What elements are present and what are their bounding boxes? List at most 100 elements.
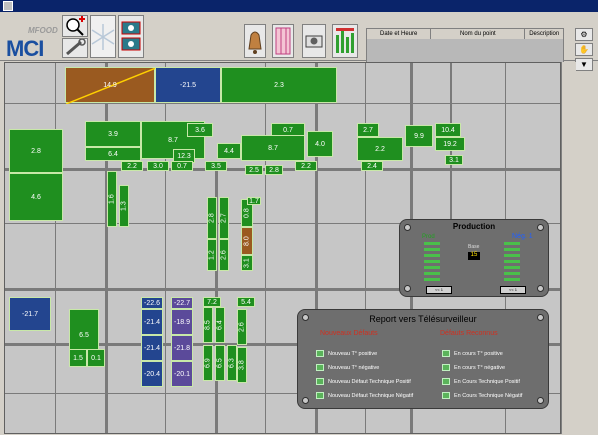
zone-50[interactable]: -20.1: [171, 361, 193, 387]
zone-29[interactable]: 1.6: [107, 171, 117, 227]
zone-22[interactable]: 10.4: [435, 123, 461, 137]
zone-38[interactable]: 3.1: [241, 255, 253, 271]
zone-59[interactable]: 3.8: [237, 347, 247, 383]
zone-37[interactable]: 8.0: [241, 227, 253, 255]
camera-icon: [305, 35, 323, 48]
zone-11[interactable]: 3.0: [147, 161, 169, 171]
col-date[interactable]: Date et Heure: [367, 29, 432, 39]
hand-icon: ✋: [579, 45, 589, 54]
zoom-in-button[interactable]: [62, 15, 88, 37]
right-scrollbar[interactable]: [561, 62, 576, 434]
zone-33[interactable]: 1.2: [207, 239, 217, 271]
zone-56[interactable]: 6.3: [227, 345, 237, 381]
zone-42[interactable]: 0.1: [87, 349, 105, 367]
settings-icon: ⚙: [580, 30, 588, 39]
zone-46[interactable]: -20.4: [141, 361, 163, 387]
compressor-icon: [121, 21, 141, 51]
zone-52[interactable]: 8.5: [203, 307, 213, 343]
app-icon[interactable]: [3, 1, 13, 11]
ack-item-2[interactable]: En cours T° négative: [442, 364, 505, 371]
production-right-label: Nég. 1: [512, 233, 533, 240]
camera-button[interactable]: [302, 24, 326, 58]
zone-4[interactable]: 3.9: [85, 121, 141, 147]
zone-24[interactable]: 2.2: [357, 137, 403, 161]
zone-31[interactable]: 2.8: [207, 197, 217, 239]
ack-item-4[interactable]: En Cours Technique Négatif: [442, 392, 522, 399]
ack-item-3[interactable]: En Cours Technique Positif: [442, 378, 520, 385]
history-button[interactable]: [332, 24, 358, 58]
zone-55[interactable]: 6.5: [215, 345, 225, 381]
wrench-icon: [66, 39, 86, 56]
zone-36[interactable]: 1.7: [247, 197, 261, 205]
alarm-bell-button[interactable]: [244, 24, 266, 58]
production-left-button[interactable]: << 1: [426, 286, 452, 294]
zone-43[interactable]: -22.6: [141, 297, 163, 309]
toolbar: MFOOD MCI Date et Heure Nom du point Des…: [0, 12, 598, 71]
new-item-3[interactable]: Nouveau Défaut Technique Positif: [316, 378, 411, 385]
zone-1[interactable]: 14.9: [65, 67, 156, 104]
zone-41[interactable]: 1.5: [69, 349, 87, 367]
brand-big: MCI: [6, 36, 44, 61]
zone-53[interactable]: 6.4: [215, 307, 225, 343]
event-table-header: Date et Heure Nom du point Description: [367, 29, 563, 39]
door-icon: [275, 27, 291, 55]
exit-button[interactable]: ▼: [575, 58, 593, 71]
zone-12[interactable]: 0.7: [171, 161, 193, 171]
zone-9[interactable]: 4.4: [217, 143, 241, 159]
report-panel: Report vers Télésurveilleur Nouveaux Déf…: [297, 309, 549, 409]
brand-small: MFOOD: [28, 26, 58, 35]
door-button[interactable]: [272, 24, 294, 58]
acknowledge-button[interactable]: ✋: [575, 43, 593, 56]
tools-button[interactable]: [62, 38, 88, 58]
zone-19[interactable]: 2.2: [295, 161, 317, 171]
floor-plan[interactable]: 14.9 -21.5 2.3 3.9 6.4 8.7 3.6 12.3 4.4 …: [4, 62, 561, 434]
zone-5[interactable]: 6.4: [85, 147, 141, 161]
zone-10[interactable]: 2.2: [121, 161, 143, 171]
zone-32[interactable]: 2.7: [219, 197, 229, 239]
zone-49[interactable]: -21.8: [171, 335, 193, 361]
new-item-1[interactable]: Nouveau T° positive: [316, 350, 377, 357]
zone-23[interactable]: 19.2: [435, 137, 465, 151]
new-item-4[interactable]: Nouveau Défaut Technique Négatif: [316, 392, 413, 399]
zone-26[interactable]: 3.1: [445, 155, 463, 165]
zone-27[interactable]: 2.8: [9, 129, 63, 173]
col-description[interactable]: Description: [525, 29, 563, 39]
ack-defects-header: Défauts Reconnus: [440, 330, 498, 337]
zone-3[interactable]: 2.3: [221, 67, 337, 103]
snowflake-button[interactable]: [90, 15, 116, 58]
zone-18[interactable]: 2.8: [265, 165, 283, 175]
zone-30[interactable]: 1.3: [119, 185, 129, 227]
zone-13[interactable]: 3.5: [205, 161, 227, 171]
zone-21[interactable]: 9.9: [405, 125, 433, 147]
zone-48[interactable]: -18.9: [171, 309, 193, 335]
zone-7[interactable]: 3.6: [187, 123, 213, 137]
equipment-button[interactable]: [118, 15, 144, 58]
production-title: Production: [452, 222, 496, 231]
zone-28[interactable]: 4.6: [9, 173, 63, 221]
zone-45[interactable]: -21.4: [141, 335, 163, 361]
title-bar: [0, 0, 598, 12]
zone-25[interactable]: 2.4: [361, 161, 383, 171]
zone-58[interactable]: 2.6: [237, 309, 247, 345]
production-panel: Production Prod Nég. 1 Base 15 << 1 << 1: [399, 219, 549, 297]
production-right-button[interactable]: << 1: [500, 286, 526, 294]
zone-51[interactable]: 7.2: [203, 297, 221, 307]
zone-20[interactable]: 2.7: [357, 123, 379, 137]
settings-button[interactable]: ⚙: [575, 28, 593, 41]
door-exit-icon: ▼: [580, 60, 588, 69]
zone-47[interactable]: -22.7: [171, 297, 193, 309]
ack-item-1[interactable]: En cours T° positive: [442, 350, 503, 357]
zone-57[interactable]: 5.4: [237, 297, 255, 307]
zone-34[interactable]: 2.6: [219, 239, 229, 271]
zone-44[interactable]: -21.4: [141, 309, 163, 335]
production-center-label: Base: [468, 244, 480, 250]
col-point[interactable]: Nom du point: [431, 29, 526, 39]
zone-16[interactable]: 4.0: [307, 131, 333, 157]
zone-54[interactable]: 6.9: [203, 345, 213, 381]
zone-15[interactable]: 8.7: [241, 135, 305, 161]
zone-39[interactable]: -21.7: [9, 297, 51, 331]
report-title: Report vers Télésurveilleur: [369, 314, 477, 324]
zone-17[interactable]: 2.5: [245, 165, 263, 175]
new-item-2[interactable]: Nouveau T° négative: [316, 364, 379, 371]
zone-2[interactable]: -21.5: [155, 67, 221, 103]
